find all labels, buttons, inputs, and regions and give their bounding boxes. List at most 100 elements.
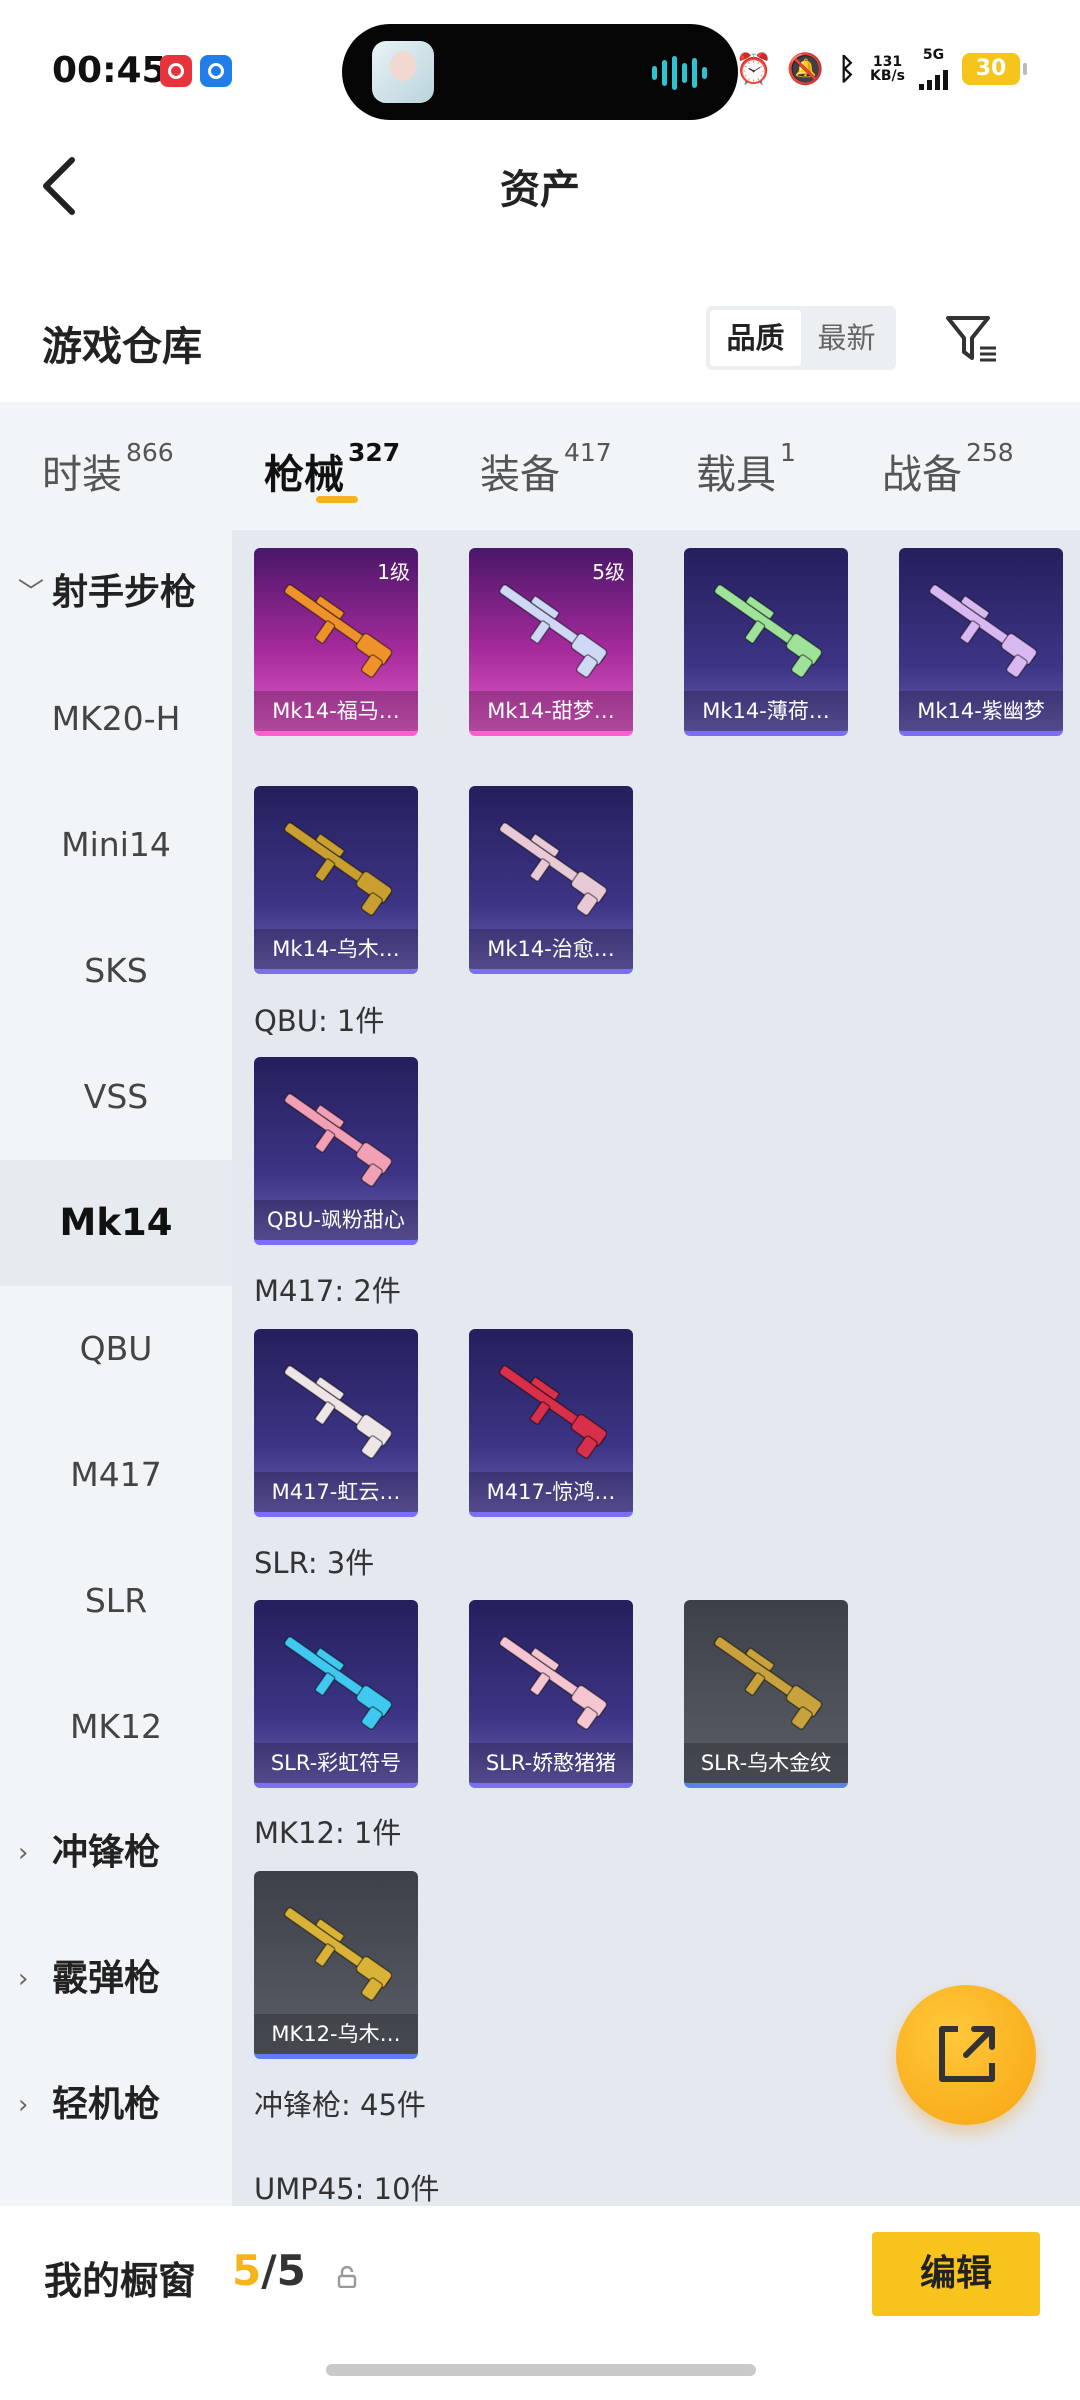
rifle-icon	[283, 584, 393, 678]
chevron-right-icon: ›	[18, 1964, 29, 1994]
rifle-icon	[283, 1907, 393, 2001]
rifle-icon	[498, 1365, 608, 1459]
rifle-icon	[928, 584, 1038, 678]
warehouse-title: 游戏仓库	[42, 324, 202, 370]
item-name: SLR-彩虹符号	[254, 1743, 418, 1783]
network-type: 5G	[919, 48, 948, 90]
rifle-icon	[283, 1365, 393, 1459]
rifle-icon	[498, 584, 608, 678]
group-label-m417: M417: 2件	[254, 1274, 401, 1308]
alarm-icon: ⏰	[735, 51, 773, 87]
item-name: Mk14-薄荷…	[684, 691, 848, 731]
sidebar-item-slr[interactable]: SLR	[0, 1538, 232, 1664]
bluetooth-icon: ᛒ	[838, 51, 857, 87]
bottom-bar: 我的橱窗 5/5 编辑	[0, 2206, 1080, 2400]
chevron-down-icon: ﹀	[18, 578, 45, 608]
item-name: QBU-飒粉甜心	[254, 1200, 418, 1240]
status-icons: ⏰ 🔕 ᛒ 131 KB/s 5G 30	[735, 48, 1027, 90]
item-level-badge: 5级	[592, 560, 625, 584]
item-card[interactable]: SLR-彩虹符号	[254, 1600, 418, 1788]
sidebar-group-shotgun[interactable]: › 霰弹枪	[0, 1916, 232, 2042]
share-button[interactable]	[896, 1985, 1036, 2125]
mute-icon: 🔕	[786, 51, 825, 87]
filter-icon[interactable]	[944, 312, 1000, 366]
rifle-icon	[713, 584, 823, 678]
item-card[interactable]: Mk14-薄荷…	[684, 548, 848, 736]
item-level-badge: 1级	[377, 560, 410, 584]
tab-supplies[interactable]: 战备 258	[882, 438, 1014, 500]
item-name: Mk14-福马…	[254, 691, 418, 731]
home-indicator[interactable]	[326, 2364, 756, 2376]
item-name: SLR-乌木金纹	[684, 1743, 848, 1783]
sidebar-group-smg[interactable]: › 冲锋枪	[0, 1790, 232, 1916]
item-card[interactable]: 1级 Mk14-福马…	[254, 548, 418, 736]
chevron-right-icon: ›	[18, 2090, 29, 2120]
audio-wave-icon	[652, 56, 712, 90]
browser-app-icon	[200, 55, 232, 87]
weapon-type-sidebar: ﹀ 射手步枪 MK20-H Mini14 SKS VSS Mk14 QBU M41…	[0, 530, 232, 2206]
item-name: Mk14-紫幽梦	[899, 691, 1063, 731]
sidebar-item-vss[interactable]: VSS	[0, 1034, 232, 1160]
sort-toggle: 品质 最新	[706, 306, 896, 370]
rifle-icon	[283, 822, 393, 916]
item-name: Mk14-乌木…	[254, 929, 418, 969]
item-card[interactable]: QBU-飒粉甜心	[254, 1057, 418, 1245]
item-card[interactable]: M417-虹云…	[254, 1329, 418, 1517]
item-card[interactable]: 5级 Mk14-甜梦…	[469, 548, 633, 736]
rifle-icon	[283, 1636, 393, 1730]
page-title: 资产	[500, 167, 580, 213]
item-card[interactable]: Mk14-乌木…	[254, 786, 418, 974]
active-tab-indicator	[316, 496, 358, 503]
item-card[interactable]: M417-惊鸿…	[469, 1329, 633, 1517]
sidebar-item-mk12[interactable]: MK12	[0, 1664, 232, 1790]
group-label-smg: 冲锋枪: 45件	[254, 2088, 426, 2122]
net-speed: 131 KB/s	[870, 54, 905, 84]
sidebar-item-qbu[interactable]: QBU	[0, 1286, 232, 1412]
item-name: M417-惊鸿…	[469, 1472, 633, 1512]
item-card[interactable]: Mk14-治愈…	[469, 786, 633, 974]
sidebar-item-mini14[interactable]: Mini14	[0, 782, 232, 908]
battery-icon: 30	[962, 53, 1027, 85]
share-icon	[939, 2026, 995, 2082]
item-name: SLR-娇憨猪猪	[469, 1743, 633, 1783]
item-name: Mk14-治愈…	[469, 929, 633, 969]
tab-vehicles[interactable]: 载具 1	[696, 438, 796, 500]
sidebar-group-lmg[interactable]: › 轻机枪	[0, 2042, 232, 2168]
status-bar: 00:45 ⏰ 🔕 ᛒ 131 KB/s 5G 30	[0, 0, 1080, 140]
showcase-label: 我的橱窗	[44, 2259, 197, 2303]
item-name: Mk14-甜梦…	[469, 691, 633, 731]
chevron-right-icon: ›	[18, 1838, 29, 1868]
item-card[interactable]: Mk14-紫幽梦	[899, 548, 1063, 736]
sidebar-group-marksman[interactable]: ﹀ 射手步枪	[0, 530, 232, 656]
tab-costume[interactable]: 时装 866	[42, 438, 174, 500]
sidebar-item-mk14[interactable]: Mk14	[0, 1160, 232, 1286]
status-time: 00:45	[52, 50, 167, 91]
item-name: MK12-乌木…	[254, 2014, 418, 2054]
now-playing-avatar	[372, 41, 434, 103]
edit-button[interactable]: 编辑	[872, 2232, 1040, 2316]
showcase-count: 5/5	[232, 2246, 306, 2295]
sidebar-item-m417[interactable]: M417	[0, 1412, 232, 1538]
rifle-icon	[498, 1636, 608, 1730]
item-card[interactable]: SLR-乌木金纹	[684, 1600, 848, 1788]
sidebar-item-sks[interactable]: SKS	[0, 908, 232, 1034]
rifle-icon	[498, 822, 608, 916]
sort-newest-button[interactable]: 最新	[801, 310, 892, 366]
sort-quality-button[interactable]: 品质	[710, 310, 801, 366]
group-label-mk12: MK12: 1件	[254, 1816, 402, 1850]
group-label-slr: SLR: 3件	[254, 1546, 375, 1580]
dynamic-island[interactable]	[342, 24, 738, 120]
category-tabs: 时装 866 枪械 327 装备 417 载具 1 战备 258	[0, 402, 1080, 530]
group-label-ump45: UMP45: 10件	[254, 2172, 440, 2206]
item-card[interactable]: SLR-娇憨猪猪	[469, 1600, 633, 1788]
item-name: M417-虹云…	[254, 1472, 418, 1512]
rifle-icon	[713, 1636, 823, 1730]
tab-equipment[interactable]: 装备 417	[480, 438, 612, 500]
item-card[interactable]: MK12-乌木…	[254, 1871, 418, 2059]
lock-icon	[337, 2266, 357, 2288]
tab-firearms[interactable]: 枪械 327	[264, 438, 400, 500]
sidebar-item-mk20h[interactable]: MK20-H	[0, 656, 232, 782]
rifle-icon	[283, 1093, 393, 1187]
group-label-qbu: QBU: 1件	[254, 1004, 385, 1038]
signal-icon	[919, 62, 948, 90]
